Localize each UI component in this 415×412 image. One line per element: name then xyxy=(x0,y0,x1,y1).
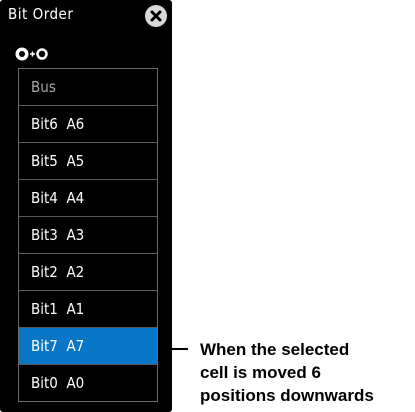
bit-order-list: Bus Bit6 A6 Bit5 A5 Bit4 A4 Bit3 A3 Bit2… xyxy=(18,68,158,402)
list-item-bit1[interactable]: Bit1 A1 xyxy=(19,291,157,328)
close-icon[interactable] xyxy=(145,5,167,27)
list-item-bit7-selected[interactable]: Bit7 A7 xyxy=(19,328,157,365)
annotation-line-3: positions downwards xyxy=(200,386,374,405)
panel-title: Bit Order xyxy=(8,5,74,23)
annotation-note: When the selected cell is moved 6 positi… xyxy=(200,338,374,407)
list-item-bit3[interactable]: Bit3 A3 xyxy=(19,217,157,254)
list-item-bus[interactable]: Bus xyxy=(19,69,157,106)
list-item-bit0[interactable]: Bit0 A0 xyxy=(19,365,157,402)
list-item-bit5[interactable]: Bit5 A5 xyxy=(19,143,157,180)
rotary-knob-push-icon xyxy=(15,47,48,61)
annotation-line-1: When the selected xyxy=(200,340,350,359)
annotation-line-2: cell is moved 6 xyxy=(200,363,321,382)
close-x-icon xyxy=(150,10,162,22)
list-item-bit2[interactable]: Bit2 A2 xyxy=(19,254,157,291)
callout-line xyxy=(160,348,188,350)
list-item-bit6[interactable]: Bit6 A6 xyxy=(19,106,157,143)
list-item-bit4[interactable]: Bit4 A4 xyxy=(19,180,157,217)
bit-order-panel: Bit Order Bus Bit6 A6 Bit5 A5 Bit4 A4 Bi… xyxy=(0,0,172,412)
